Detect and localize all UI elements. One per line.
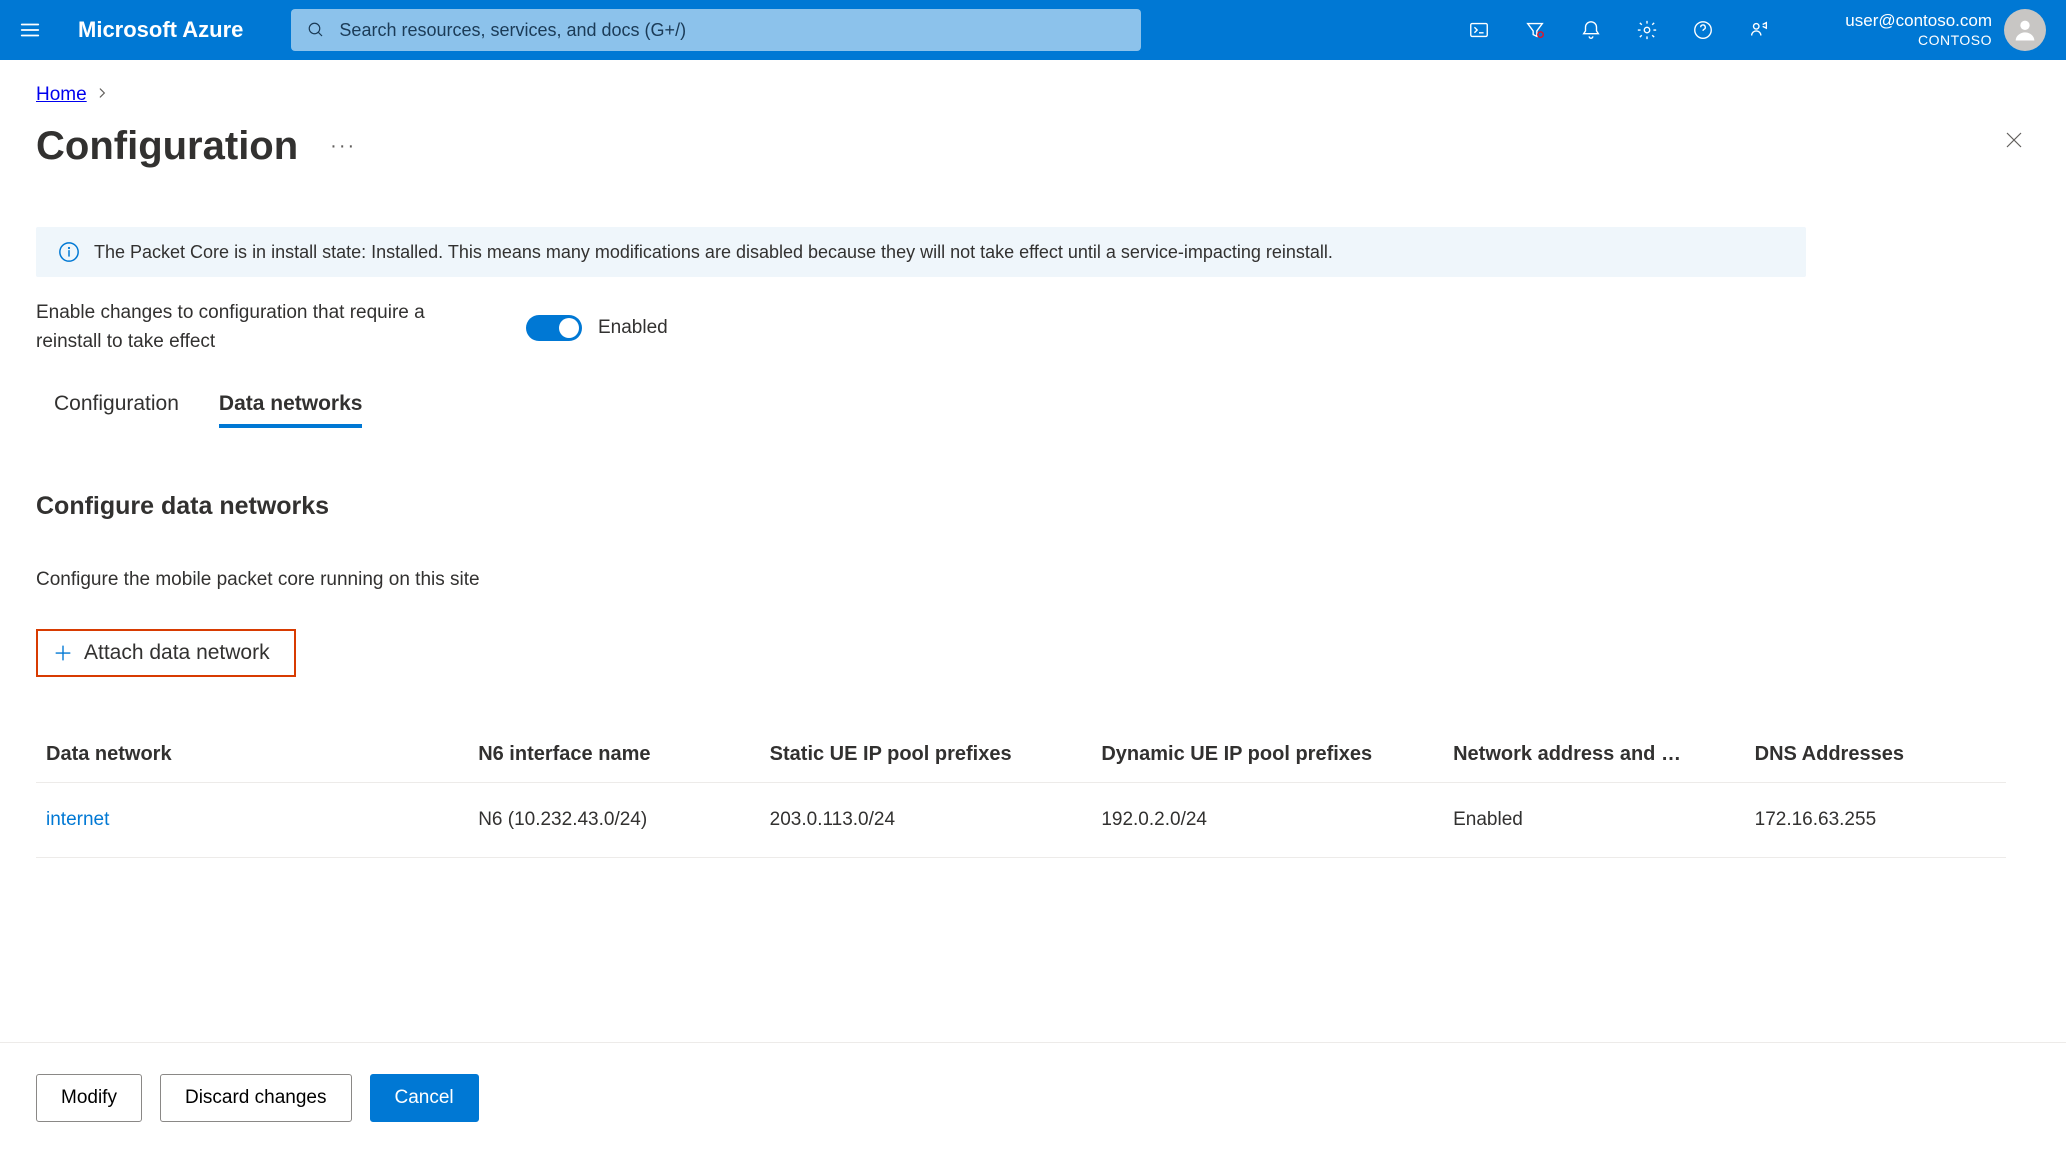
search-icon xyxy=(307,21,325,39)
info-banner-text: The Packet Core is in install state: Ins… xyxy=(94,242,1333,263)
topbar-icon-group xyxy=(1453,5,1785,55)
discard-changes-button[interactable]: Discard changes xyxy=(160,1074,352,1122)
breadcrumb: Home xyxy=(36,84,2030,106)
person-icon xyxy=(2011,16,2039,44)
cancel-button[interactable]: Cancel xyxy=(370,1074,479,1122)
more-actions-button[interactable]: ··· xyxy=(322,131,364,162)
table-row[interactable]: internet N6 (10.232.43.0/24) 203.0.113.0… xyxy=(36,783,2006,858)
config-tabs: Configuration Data networks xyxy=(36,392,2030,426)
portal-menu-button[interactable] xyxy=(10,10,50,50)
top-bar: Microsoft Azure user@contoso.com CONTOSO xyxy=(0,0,2066,60)
feedback-icon xyxy=(1748,19,1770,41)
reinstall-toggle-state: Enabled xyxy=(598,317,668,339)
col-static-prefixes[interactable]: Static UE IP pool prefixes xyxy=(760,727,1092,783)
modify-button[interactable]: Modify xyxy=(36,1074,142,1122)
brand-label[interactable]: Microsoft Azure xyxy=(78,17,243,43)
reinstall-toggle[interactable] xyxy=(526,315,582,341)
bell-icon xyxy=(1580,19,1602,41)
tab-configuration[interactable]: Configuration xyxy=(54,392,179,426)
cell-n6: N6 (10.232.43.0/24) xyxy=(468,783,759,858)
help-button[interactable] xyxy=(1677,5,1729,55)
page-title: Configuration xyxy=(36,124,298,169)
tab-data-networks[interactable]: Data networks xyxy=(219,392,363,426)
attach-data-network-highlight: Attach data network xyxy=(36,629,296,677)
reinstall-toggle-row: Enable changes to configuration that req… xyxy=(36,299,2030,356)
col-network-address[interactable]: Network address and … xyxy=(1443,727,1745,783)
info-banner: The Packet Core is in install state: Ins… xyxy=(36,227,1806,277)
settings-button[interactable] xyxy=(1621,5,1673,55)
section-title: Configure data networks xyxy=(36,492,2030,521)
account-control[interactable]: user@contoso.com CONTOSO xyxy=(1845,9,2046,51)
info-icon xyxy=(58,241,80,263)
account-tenant: CONTOSO xyxy=(1845,32,1992,49)
attach-data-network-button[interactable]: Attach data network xyxy=(46,639,276,667)
cloud-shell-button[interactable] xyxy=(1453,5,1505,55)
section-subtitle: Configure the mobile packet core running… xyxy=(36,569,2030,591)
plus-icon xyxy=(52,642,74,664)
feedback-button[interactable] xyxy=(1733,5,1785,55)
cell-nat: Enabled xyxy=(1443,783,1745,858)
cell-dns: 172.16.63.255 xyxy=(1745,783,2006,858)
col-dns-addresses[interactable]: DNS Addresses xyxy=(1745,727,2006,783)
col-n6-interface[interactable]: N6 interface name xyxy=(468,727,759,783)
close-blade-button[interactable] xyxy=(2002,128,2030,156)
breadcrumb-home[interactable]: Home xyxy=(36,84,87,106)
help-icon xyxy=(1692,19,1714,41)
directory-filter-button[interactable] xyxy=(1509,5,1561,55)
account-text: user@contoso.com CONTOSO xyxy=(1845,11,1992,48)
chevron-right-icon xyxy=(95,84,109,106)
gear-icon xyxy=(1636,19,1658,41)
close-icon xyxy=(2002,128,2026,152)
blade-content: Home Configuration ··· The Packet Core i… xyxy=(0,60,2066,1042)
col-dynamic-prefixes[interactable]: Dynamic UE IP pool prefixes xyxy=(1091,727,1443,783)
cell-static: 203.0.113.0/24 xyxy=(760,783,1092,858)
blade-footer: Modify Discard changes Cancel xyxy=(0,1042,2066,1152)
filter-icon xyxy=(1524,19,1546,41)
cell-dynamic: 192.0.2.0/24 xyxy=(1091,783,1443,858)
notifications-button[interactable] xyxy=(1565,5,1617,55)
attach-data-network-label: Attach data network xyxy=(84,641,270,665)
col-data-network[interactable]: Data network xyxy=(36,727,468,783)
cloud-shell-icon xyxy=(1468,19,1490,41)
search-input[interactable] xyxy=(339,20,1125,41)
account-email: user@contoso.com xyxy=(1845,11,1992,31)
toggle-thumb xyxy=(559,318,579,338)
data-network-link[interactable]: internet xyxy=(46,809,109,830)
avatar xyxy=(2004,9,2046,51)
data-networks-table: Data network N6 interface name Static UE… xyxy=(36,727,2006,858)
table-header-row: Data network N6 interface name Static UE… xyxy=(36,727,2006,783)
hamburger-icon xyxy=(19,19,41,41)
reinstall-toggle-label: Enable changes to configuration that req… xyxy=(36,299,426,356)
global-search[interactable] xyxy=(291,9,1141,51)
